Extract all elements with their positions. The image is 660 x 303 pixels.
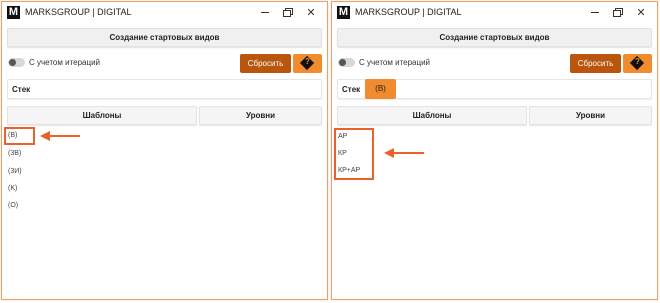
stack-chip-selected[interactable]: (B): [365, 79, 396, 99]
restore-icon[interactable]: [279, 5, 295, 21]
annotation-arrow-icon: [40, 131, 80, 141]
toggle-knob: [9, 59, 16, 66]
title-bar[interactable]: M MARKSGROUP | DIGITAL ✕: [2, 2, 327, 24]
annotation-arrow-icon: [384, 148, 424, 158]
iterations-toggle-label: С учетом итераций: [29, 58, 101, 67]
iterations-toggle[interactable]: [338, 58, 355, 67]
close-icon[interactable]: ✕: [633, 5, 649, 21]
app-logo: M: [7, 6, 20, 19]
stack-panel: Стек (B): [337, 79, 652, 99]
stack-panel: Стек: [7, 79, 322, 99]
help-button[interactable]: ?: [293, 54, 322, 73]
stack-label: Стек: [12, 85, 31, 94]
list-item[interactable]: (3B): [8, 150, 21, 157]
list-item[interactable]: (O): [8, 202, 18, 209]
reset-button[interactable]: Сбросить: [570, 54, 621, 73]
list-item[interactable]: (K): [8, 185, 17, 192]
tab-levels[interactable]: Уровни: [529, 106, 652, 125]
highlight-box: [4, 127, 35, 145]
iterations-toggle[interactable]: [8, 58, 25, 67]
help-question-mark: ?: [305, 57, 310, 66]
highlight-box: [334, 128, 374, 180]
help-question-mark: ?: [635, 57, 640, 66]
stack-label: Стек: [342, 85, 361, 94]
minimize-icon[interactable]: [587, 5, 603, 21]
iterations-toggle-label: С учетом итераций: [359, 58, 431, 67]
reset-button[interactable]: Сбросить: [240, 54, 291, 73]
tab-templates[interactable]: Шаблоны: [7, 106, 197, 125]
help-button[interactable]: ?: [623, 54, 652, 73]
list-item[interactable]: (3И): [8, 168, 22, 175]
restore-icon[interactable]: [609, 5, 625, 21]
tab-templates[interactable]: Шаблоны: [337, 106, 527, 125]
app-logo: M: [337, 6, 350, 19]
minimize-icon[interactable]: [257, 5, 273, 21]
app-title: MARKSGROUP | DIGITAL: [355, 7, 462, 17]
tab-levels[interactable]: Уровни: [199, 106, 322, 125]
toggle-knob: [339, 59, 346, 66]
window-right: M MARKSGROUP | DIGITAL ✕ Создание старто…: [331, 1, 658, 300]
title-bar[interactable]: M MARKSGROUP | DIGITAL ✕: [332, 2, 657, 24]
create-start-views-button[interactable]: Создание стартовых видов: [7, 28, 322, 47]
create-start-views-button[interactable]: Создание стартовых видов: [337, 28, 652, 47]
window-left: M MARKSGROUP | DIGITAL ✕ Создание старто…: [1, 1, 328, 300]
app-title: MARKSGROUP | DIGITAL: [25, 7, 132, 17]
close-icon[interactable]: ✕: [303, 5, 319, 21]
